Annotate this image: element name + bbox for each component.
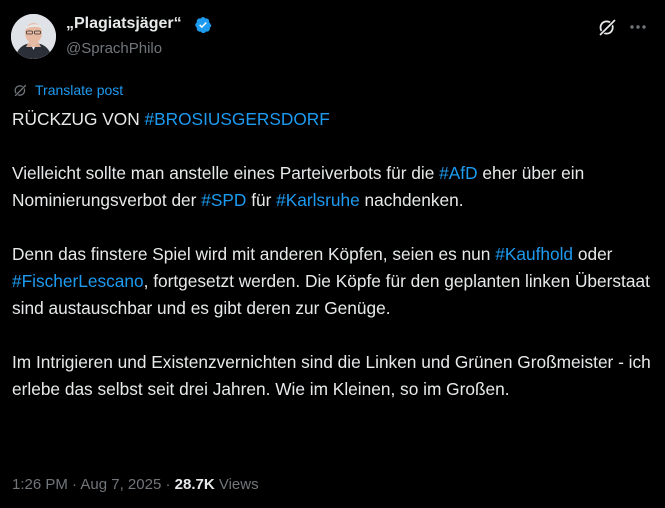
- views-label: Views: [218, 476, 259, 493]
- post-text-segment: nachdenken.: [359, 190, 464, 210]
- author-name[interactable]: „Plagiatsjäger“: [66, 13, 182, 35]
- post-paragraph-4: Im Intrigieren und Existenzvernichten si…: [12, 352, 651, 399]
- hashtag-link[interactable]: #AfD: [439, 163, 477, 183]
- post-time[interactable]: 1:26 PM: [12, 476, 68, 493]
- post-text-segment: für: [246, 190, 277, 210]
- verified-badge-icon: [195, 16, 212, 34]
- author-handle[interactable]: @SprachPhilo: [66, 39, 162, 59]
- more-icon[interactable]: [628, 17, 648, 37]
- post-text-segment: Vielleicht sollte man anstelle eines Par…: [12, 163, 440, 183]
- post-paragraph-1: RÜCKZUG VON #BROSIUSGERSDORF: [12, 106, 652, 133]
- hashtag-link[interactable]: #FischerLescano: [12, 271, 144, 291]
- post-text-segment: oder: [573, 244, 613, 264]
- post-paragraph-2: Vielleicht sollte man anstelle eines Par…: [12, 160, 652, 214]
- post-date[interactable]: Aug 7, 2025: [80, 476, 161, 493]
- post-text-segment: Denn das finstere Spiel wird mit anderen…: [12, 244, 496, 264]
- avatar-photo: [11, 14, 56, 59]
- translate-icon: [14, 84, 27, 96]
- avatar[interactable]: [11, 14, 56, 59]
- views-count: 28.7K: [174, 476, 215, 493]
- translate-label: Translate post: [35, 82, 124, 98]
- post-text-segment: RÜCKZUG VON: [12, 109, 145, 129]
- grok-icon[interactable]: [597, 17, 618, 38]
- hashtag-link[interactable]: #Karlsruhe: [276, 190, 360, 210]
- hashtag-link[interactable]: #SPD: [201, 190, 246, 210]
- post-meta: 1:26 PM · Aug 7, 2025 · 28.7K Views: [12, 476, 259, 493]
- hashtag-link[interactable]: #Kaufhold: [495, 244, 573, 264]
- translate-post-button[interactable]: Translate post: [13, 80, 123, 100]
- hashtag-link[interactable]: #BROSIUSGERSDORF: [145, 109, 330, 129]
- post-text: RÜCKZUG VON #BROSIUSGERSDORF Vielleicht …: [12, 106, 652, 403]
- post-paragraph-3: Denn das finstere Spiel wird mit anderen…: [12, 241, 652, 322]
